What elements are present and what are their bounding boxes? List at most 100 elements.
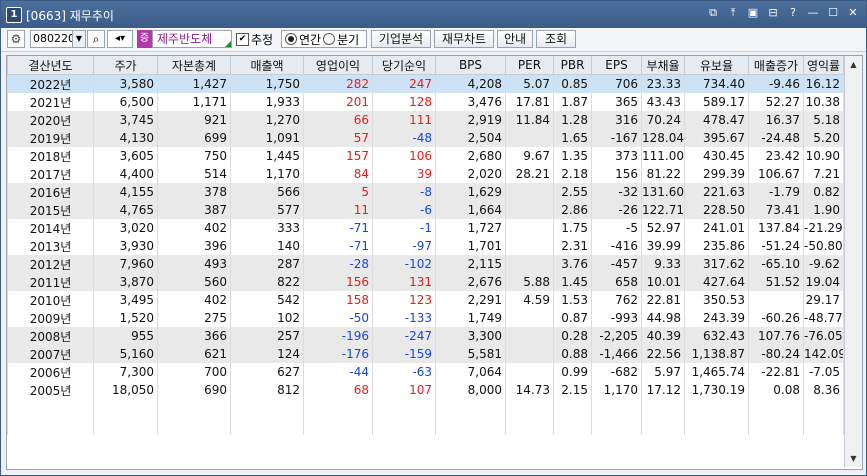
print-icon[interactable]: ⊟ <box>766 6 780 20</box>
chevron-down-icon[interactable]: ▼ <box>72 30 86 48</box>
minimize-icon[interactable]: — <box>806 6 820 20</box>
column-header[interactable]: 결산년도 <box>7 56 94 75</box>
empty-cell <box>684 399 749 417</box>
table-cell: 2016년 <box>7 183 94 201</box>
table-cell: 1.65 <box>553 129 592 147</box>
table-cell: 107 <box>372 381 436 399</box>
query-button[interactable]: 조회 <box>536 30 576 48</box>
column-header[interactable]: 영업이익 <box>303 56 373 75</box>
column-header[interactable]: 당기순익 <box>372 56 436 75</box>
link-icon[interactable]: ⧉ <box>706 6 720 20</box>
table-cell: 201 <box>303 93 373 111</box>
table-cell: -9.62 <box>803 255 844 273</box>
column-header[interactable]: 유보율 <box>684 56 749 75</box>
speaker-icon[interactable]: ◂▾ <box>107 30 133 48</box>
table-cell: 700 <box>157 363 231 381</box>
table-cell: 706 <box>591 74 642 93</box>
empty-cell <box>372 417 436 435</box>
table-cell: 3,605 <box>93 147 158 165</box>
column-header[interactable]: 주가 <box>93 56 158 75</box>
save-icon[interactable]: ▣ <box>746 6 760 20</box>
table-cell: 2.31 <box>553 237 592 255</box>
close-icon[interactable]: ✕ <box>846 6 860 20</box>
table-row[interactable]: 2012년 7,960 493 287 -28 -102 2,115 3.76 -457 9.33… <box>7 255 844 273</box>
column-header[interactable]: 부채율 <box>641 56 685 75</box>
table-row[interactable]: 2014년 3,020 402 333 -71 -1 1,727 1.75 -5 52.97 241… <box>7 219 844 237</box>
table-row[interactable]: 2007년 5,160 621 124 -176 -159 5,581 0.88 -1,466 2… <box>7 345 844 363</box>
table-cell: -682 <box>591 363 642 381</box>
table-cell: 0.88 <box>553 345 592 363</box>
table-row[interactable]: 2011년 3,870 560 822 156 131 2,676 5.88 1.45 658 10… <box>7 273 844 291</box>
table-cell: 3,300 <box>435 327 506 345</box>
table-row[interactable]: 2013년 3,930 396 140 -71 -97 1,701 2.31 -416 39.99… <box>7 237 844 255</box>
vertical-scrollbar[interactable]: ▲ ▼ <box>844 56 862 467</box>
table-cell: 10.01 <box>641 273 685 291</box>
table-cell: -65.10 <box>748 255 804 273</box>
table-cell: 66 <box>303 111 373 129</box>
column-header[interactable]: PER <box>505 56 554 75</box>
column-header[interactable]: PBR <box>553 56 592 75</box>
maximize-icon[interactable]: ☐ <box>826 6 840 20</box>
quarter-radio[interactable] <box>323 33 336 45</box>
empty-cell <box>7 417 94 435</box>
table-cell: 1,171 <box>157 93 231 111</box>
guide-button[interactable]: 안내 <box>497 30 533 48</box>
table-cell: 427.64 <box>684 273 749 291</box>
table-cell: 2,676 <box>435 273 506 291</box>
table-row[interactable]: 2018년 3,605 750 1,445 157 106 2,680 9.67 1.35 373… <box>7 147 844 165</box>
empty-cell <box>93 399 158 417</box>
table-cell: -71 <box>303 237 373 255</box>
table-cell: 128.04 <box>641 129 685 147</box>
table-cell: 4.59 <box>505 291 554 309</box>
column-header[interactable]: EPS <box>591 56 642 75</box>
table-row[interactable]: 2010년 3,495 402 542 158 123 2,291 4.59 1.53 762 22… <box>7 291 844 309</box>
column-header[interactable]: 자본총계 <box>157 56 231 75</box>
help-icon[interactable]: ? <box>786 6 800 20</box>
table-cell: 228.50 <box>684 201 749 219</box>
financial-chart-button[interactable]: 재무차트 <box>434 30 494 48</box>
table-row[interactable]: 2008년 955 366 257 -196 -247 3,300 0.28 -2,205 40.… <box>7 327 844 345</box>
table-cell: 1,170 <box>230 165 304 183</box>
annual-radio[interactable] <box>285 33 297 45</box>
table-row[interactable]: 2021년 6,500 1,171 1,933 201 128 3,476 17.81 1.87… <box>7 93 844 111</box>
table-row[interactable]: 2019년 4,130 699 1,091 57 -48 2,504 1.65 -167 128.… <box>7 129 844 147</box>
market-badge: 증 <box>137 30 152 48</box>
table-row[interactable]: 2015년 4,765 387 577 11 -6 1,664 2.86 -26 122.71 22… <box>7 201 844 219</box>
table-cell: -1.79 <box>748 183 804 201</box>
table-row[interactable]: 2005년 18,050 690 812 68 107 8,000 14.73 2.15 1,17… <box>7 381 844 399</box>
empty-cell <box>641 417 685 435</box>
scroll-up-icon[interactable]: ▲ <box>846 57 861 72</box>
column-header[interactable]: 매출증가 <box>748 56 804 75</box>
empty-cell <box>553 399 592 417</box>
estimate-checkbox[interactable]: ✔ 추정 <box>236 30 278 48</box>
company-analysis-button[interactable]: 기업분석 <box>371 30 431 48</box>
table-row[interactable]: 2017년 4,400 514 1,170 84 39 2,020 28.21 2.18 156 8… <box>7 165 844 183</box>
table-cell: 2,680 <box>435 147 506 165</box>
empty-cell <box>505 417 554 435</box>
checkbox-icon[interactable]: ✔ <box>236 32 249 46</box>
pin-icon[interactable]: ⤒ <box>726 6 740 20</box>
column-header[interactable]: 매출액 <box>230 56 304 75</box>
stock-name-field[interactable]: 제주반도체 <box>152 30 232 48</box>
table-row[interactable]: 2020년 3,745 921 1,270 66 111 2,919 11.84 1.28 316… <box>7 111 844 129</box>
table-cell: 1.53 <box>553 291 592 309</box>
settings-gear-icon[interactable]: ⚙ <box>7 30 25 48</box>
table-cell: -51.24 <box>748 237 804 255</box>
table-cell: -97 <box>372 237 436 255</box>
table-cell: 750 <box>157 147 231 165</box>
table-row[interactable]: 2022년 3,580 1,427 1,750 282 247 4,208 5.07 0.85 7… <box>7 74 844 93</box>
table-cell <box>505 309 554 327</box>
table-cell: 137.84 <box>748 219 804 237</box>
table-cell: 2,115 <box>435 255 506 273</box>
table-row[interactable]: 2006년 7,300 700 627 -44 -63 7,064 0.99 -682 5.97 1… <box>7 363 844 381</box>
table-cell: 2011년 <box>7 273 94 291</box>
table-cell: 627 <box>230 363 304 381</box>
table-cell: 2005년 <box>7 381 94 399</box>
table-cell: 51.52 <box>748 273 804 291</box>
column-header[interactable]: 영익률 <box>803 56 844 75</box>
search-icon[interactable]: ⌕ <box>87 30 105 48</box>
table-row[interactable]: 2009년 1,520 275 102 -50 -133 1,749 0.87 -993 44.9… <box>7 309 844 327</box>
scroll-down-icon[interactable]: ▼ <box>846 451 861 466</box>
table-row[interactable]: 2016년 4,155 378 566 5 -8 1,629 2.55 -32 131.60 221… <box>7 183 844 201</box>
column-header[interactable]: BPS <box>435 56 506 75</box>
